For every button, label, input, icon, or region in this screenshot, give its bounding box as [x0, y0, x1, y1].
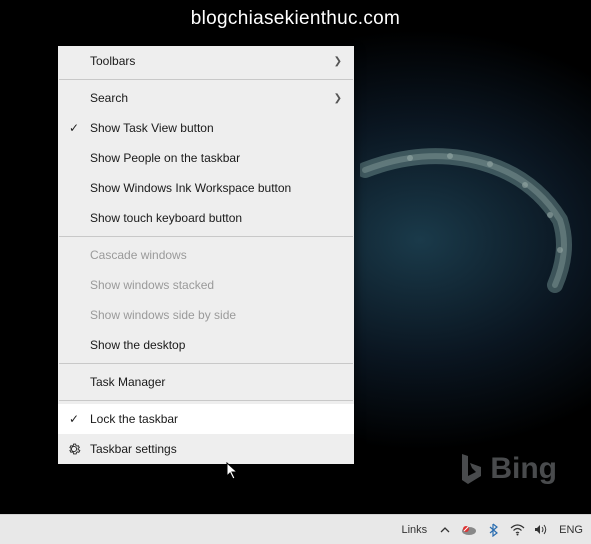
- gear-icon: [58, 442, 90, 456]
- menu-show-touch-keyboard[interactable]: Show touch keyboard button: [58, 203, 354, 233]
- wallpaper-art: [360, 130, 580, 310]
- taskbar[interactable]: Links ENG: [0, 514, 591, 544]
- mouse-cursor-icon: [226, 462, 240, 482]
- menu-label: Task Manager: [90, 375, 342, 389]
- menu-toolbars[interactable]: Toolbars ❯: [58, 46, 354, 76]
- taskbar-context-menu: Toolbars ❯ Search ❯ ✓ Show Task View but…: [58, 46, 354, 464]
- menu-label: Show Windows Ink Workspace button: [90, 181, 342, 195]
- menu-show-ink[interactable]: Show Windows Ink Workspace button: [58, 173, 354, 203]
- menu-label: Show touch keyboard button: [90, 211, 342, 225]
- chevron-right-icon: ❯: [334, 93, 342, 104]
- separator: [59, 400, 353, 401]
- check-icon: ✓: [58, 121, 90, 135]
- separator: [59, 79, 353, 80]
- taskbar-language-indicator[interactable]: ENG: [557, 524, 585, 536]
- menu-label: Show Task View button: [90, 121, 342, 135]
- menu-label: Lock the taskbar: [90, 412, 342, 426]
- menu-label: Search: [90, 91, 334, 105]
- menu-label: Cascade windows: [90, 248, 342, 262]
- menu-label: Show windows stacked: [90, 278, 342, 292]
- menu-label: Show People on the taskbar: [90, 151, 342, 165]
- chevron-right-icon: ❯: [334, 56, 342, 67]
- menu-taskbar-settings[interactable]: Taskbar settings: [58, 434, 354, 464]
- bing-icon: [458, 452, 484, 486]
- tray-onedrive-icon[interactable]: [461, 522, 477, 538]
- menu-show-task-view[interactable]: ✓ Show Task View button: [58, 113, 354, 143]
- taskbar-links-toolbar[interactable]: Links: [399, 524, 429, 536]
- tray-wifi-icon[interactable]: [509, 522, 525, 538]
- menu-label: Taskbar settings: [90, 442, 342, 456]
- menu-show-desktop[interactable]: Show the desktop: [58, 330, 354, 360]
- menu-side-by-side: Show windows side by side: [58, 300, 354, 330]
- check-icon: ✓: [58, 412, 90, 426]
- tray-bluetooth-icon[interactable]: [485, 522, 501, 538]
- menu-search[interactable]: Search ❯: [58, 83, 354, 113]
- menu-lock-taskbar[interactable]: ✓ Lock the taskbar: [58, 404, 354, 434]
- menu-task-manager[interactable]: Task Manager: [58, 367, 354, 397]
- menu-label: Toolbars: [90, 54, 334, 68]
- tray-volume-icon[interactable]: [533, 522, 549, 538]
- menu-stacked: Show windows stacked: [58, 270, 354, 300]
- bing-text: Bing: [490, 452, 557, 486]
- watermark-text: blogchiasekienthuc.com: [0, 8, 591, 30]
- menu-cascade: Cascade windows: [58, 240, 354, 270]
- bing-logo: Bing: [458, 452, 557, 486]
- tray-overflow-icon[interactable]: [437, 522, 453, 538]
- separator: [59, 236, 353, 237]
- menu-label: Show windows side by side: [90, 308, 342, 322]
- menu-label: Show the desktop: [90, 338, 342, 352]
- menu-show-people[interactable]: Show People on the taskbar: [58, 143, 354, 173]
- separator: [59, 363, 353, 364]
